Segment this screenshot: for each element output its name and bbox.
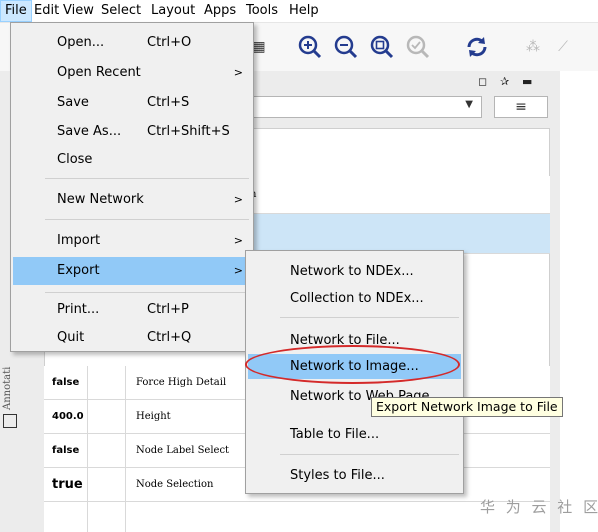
- menu-item-new-network[interactable]: New Network >: [13, 187, 251, 212]
- menu-item-save-as[interactable]: Save As... Ctrl+Shift+S: [13, 119, 251, 144]
- menu-bar: File Edit View Select Layout Apps Tools …: [0, 0, 598, 23]
- cell-value: 400.0: [44, 400, 88, 433]
- menu-separator: [45, 178, 249, 179]
- menu-file[interactable]: File: [0, 0, 32, 22]
- chevron-right-icon: >: [233, 193, 243, 206]
- table-selector-dropdown[interactable]: ▼: [246, 96, 482, 118]
- zoom-selected-icon[interactable]: [367, 32, 397, 62]
- annotation-tab[interactable]: Annotati: [2, 350, 18, 410]
- network-icon[interactable]: ⁂: [518, 32, 548, 62]
- chevron-right-icon: >: [233, 234, 243, 247]
- refresh-icon[interactable]: [462, 32, 492, 62]
- submenu-item-table-to-file[interactable]: Table to File...: [248, 422, 461, 447]
- menu-tools[interactable]: Tools: [242, 0, 282, 22]
- watermark: 华 为 云 社 区: [480, 498, 598, 516]
- cell-name: Height: [136, 411, 171, 422]
- menu-separator: [280, 454, 459, 455]
- menu-apps[interactable]: Apps: [200, 0, 240, 22]
- menu-separator: [45, 219, 249, 220]
- menu-item-export[interactable]: Export >: [13, 257, 251, 285]
- menu-item-open-recent[interactable]: Open Recent >: [13, 60, 251, 85]
- minimize-icon[interactable]: ▬: [522, 75, 532, 88]
- zoom-out-icon[interactable]: [331, 32, 361, 62]
- submenu-item-network-to-ndex[interactable]: Network to NDEx...: [248, 259, 461, 284]
- submenu-item-collection-to-ndex[interactable]: Collection to NDEx...: [248, 286, 461, 311]
- menu-item-import[interactable]: Import >: [13, 228, 251, 253]
- cell-value: false: [44, 366, 88, 399]
- table-options-icon[interactable]: ≡: [494, 96, 548, 118]
- highlight-ellipse: [245, 345, 460, 384]
- link-icon[interactable]: ⟋: [548, 32, 578, 62]
- menu-item-quit[interactable]: Quit Ctrl+Q: [13, 325, 251, 350]
- panel-controls: ◻ ✰ ▬: [478, 75, 558, 91]
- menu-separator: [45, 292, 249, 293]
- cell-value: false: [44, 434, 88, 467]
- menu-select[interactable]: Select: [97, 0, 145, 22]
- zoom-fit-icon[interactable]: [403, 32, 433, 62]
- chevron-right-icon: >: [233, 66, 243, 79]
- annotation-panel-icon[interactable]: [3, 414, 17, 428]
- menu-item-open[interactable]: Open... Ctrl+O: [13, 30, 251, 55]
- menu-item-print[interactable]: Print... Ctrl+P: [13, 297, 251, 322]
- menu-help[interactable]: Help: [285, 0, 323, 22]
- right-margin: [560, 71, 598, 532]
- cell-name: Force High Detail: [136, 377, 227, 388]
- pin-icon[interactable]: ✰: [500, 75, 509, 88]
- chevron-right-icon: >: [233, 264, 243, 277]
- menu-item-save[interactable]: Save Ctrl+S: [13, 90, 251, 115]
- file-menu: Open... Ctrl+O Open Recent > Save Ctrl+S Sa…: [10, 22, 254, 352]
- zoom-in-icon[interactable]: [295, 32, 325, 62]
- table-row[interactable]: [44, 502, 550, 532]
- cell-name: Node Label Select: [136, 445, 230, 456]
- tooltip: Export Network Image to File: [371, 397, 563, 417]
- menu-view[interactable]: View: [59, 0, 98, 22]
- cell-name: Node Selection: [136, 479, 214, 490]
- chevron-down-icon: ▼: [465, 99, 473, 110]
- submenu-item-styles-to-file[interactable]: Styles to File...: [248, 463, 461, 488]
- menu-item-close[interactable]: Close: [13, 147, 251, 172]
- menu-separator: [280, 317, 459, 318]
- maximize-icon[interactable]: ◻: [478, 75, 487, 88]
- menu-layout[interactable]: Layout: [147, 0, 199, 22]
- cell-value: true: [44, 468, 88, 501]
